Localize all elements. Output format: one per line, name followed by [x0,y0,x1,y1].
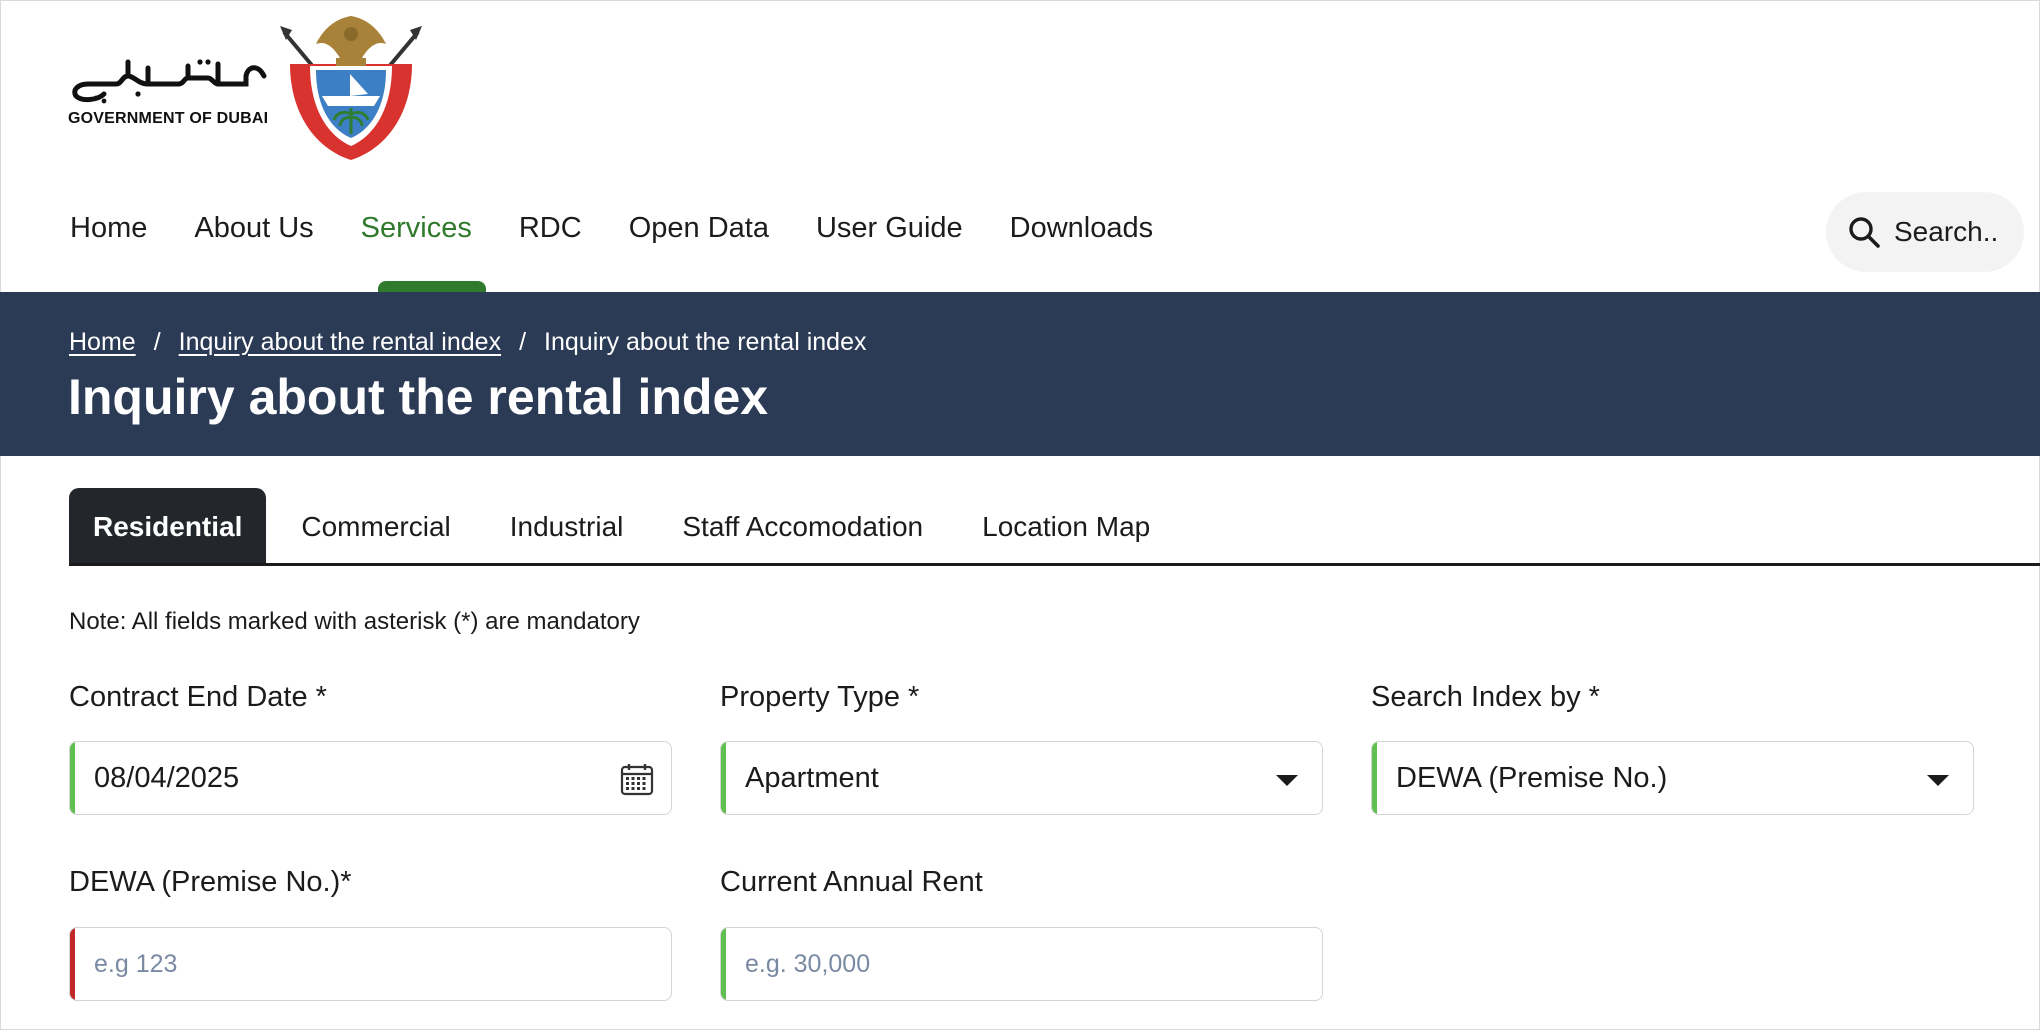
breadcrumb-home-link[interactable]: Home [69,328,136,357]
dubai-emblem-icon [276,14,426,164]
nav-downloads[interactable]: Downloads [1010,206,1153,251]
nav-home[interactable]: Home [70,206,147,251]
mandatory-fields-note: Note: All fields marked with asterisk (*… [69,608,640,635]
contract-end-date-field[interactable]: 08/04/2025 [69,741,672,815]
government-logo[interactable]: GOVERNMENT OF DUBAI [68,14,428,164]
current-annual-rent-input[interactable]: e.g. 30,000 [720,927,1323,1001]
breadcrumb-current: Inquiry about the rental index [544,328,867,356]
breadcrumb-separator: / [519,328,527,356]
dewa-premise-label: DEWA (Premise No.)* [69,866,352,898]
breadcrumb: Home / Inquiry about the rental index / … [69,328,866,357]
calendar-icon[interactable] [620,762,654,796]
nav-user-guide[interactable]: User Guide [816,206,963,251]
search-icon [1849,217,1880,248]
logo-english-wordmark: GOVERNMENT OF DUBAI [68,110,269,127]
current-annual-rent-placeholder: e.g. 30,000 [745,949,871,978]
search-label: Search.. [1894,216,1999,247]
nav-services[interactable]: Services [361,206,472,251]
property-type-value: Apartment [745,761,879,794]
search-index-by-label: Search Index by * [1371,681,1600,713]
dewa-premise-input[interactable]: e.g 123 [69,927,672,1001]
tab-commercial[interactable]: Commercial [277,488,474,565]
logo-arabic-wordmark [68,54,268,104]
current-annual-rent-label: Current Annual Rent [720,866,983,898]
breadcrumb-inquiry-link[interactable]: Inquiry about the rental index [179,328,501,357]
tab-industrial[interactable]: Industrial [486,488,648,565]
dropdown-caret-icon [1927,775,1949,786]
dewa-premise-placeholder: e.g 123 [94,949,178,978]
tab-residential[interactable]: Residential [69,488,267,565]
tab-staff-accomodation[interactable]: Staff Accomodation [658,488,947,565]
search-index-by-value: DEWA (Premise No.) [1396,761,1668,794]
nav-rdc[interactable]: RDC [519,206,582,251]
nav-open-data[interactable]: Open Data [629,206,769,251]
search-index-by-select[interactable]: DEWA (Premise No.) [1371,741,1974,815]
search-button[interactable]: Search.. [1826,192,2024,272]
property-category-tabs: Residential Commercial Industrial Staff … [69,488,1185,565]
contract-end-date-label: Contract End Date * [69,681,327,713]
property-type-select[interactable]: Apartment [720,741,1323,815]
contract-end-date-value: 08/04/2025 [94,761,240,794]
dropdown-caret-icon [1276,775,1298,786]
property-type-label: Property Type * [720,681,920,713]
tab-location-map[interactable]: Location Map [958,488,1174,565]
tabs-divider [69,563,2040,566]
breadcrumb-separator: / [153,328,161,356]
main-nav: Home About Us Services RDC Open Data Use… [70,206,1200,251]
nav-about-us[interactable]: About Us [194,206,313,251]
page-title: Inquiry about the rental index [68,369,769,425]
